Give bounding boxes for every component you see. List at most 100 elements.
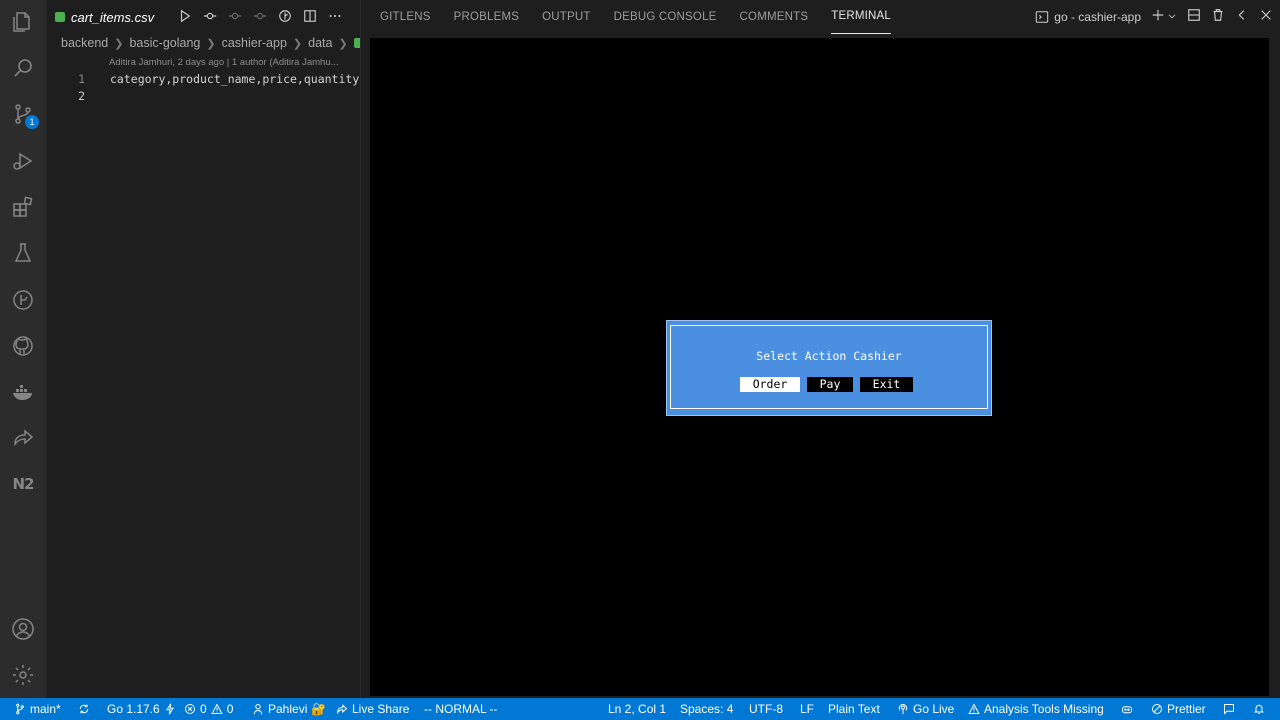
go-live-label: Go Live [913,702,955,716]
git-commit-icon[interactable] [202,8,218,24]
prettier-label: Prettier [1167,702,1206,716]
breadcrumb-separator-icon: ❯ [292,37,303,50]
panel-tabs: GITLENS PROBLEMS OUTPUT DEBUG CONSOLE CO… [380,0,891,34]
docker-icon[interactable] [8,377,38,407]
live-share-label: Live Share [352,702,410,716]
timeline-icon[interactable] [277,8,293,24]
breadcrumb-item[interactable]: cashier-app [222,36,287,50]
breadcrumb-separator-icon: ❯ [338,37,348,50]
breadcrumb: backend ❯ basic-golang ❯ cashier-app ❯ d… [61,36,364,50]
pay-button[interactable]: Pay [807,377,853,392]
go-version: Go 1.17.6 [107,702,160,716]
end-of-line[interactable]: LF [800,698,814,720]
more-actions-icon[interactable] [327,8,343,24]
live-share-icon [337,704,348,715]
analysis-tools-status[interactable]: Analysis Tools Missing [968,698,1104,720]
code-line[interactable]: 1 category,product_name,price,quantity [47,71,359,88]
editor-tab-label: cart_items.csv [71,9,155,25]
copilot-icon[interactable] [1121,698,1133,720]
github-icon[interactable] [8,331,38,361]
terminal-icon [1036,10,1049,23]
editor-actions [177,8,343,24]
action-dialog: Select Action Cashier Order Pay Exit [666,320,992,416]
gitlens-icon[interactable] [8,285,38,315]
tab-terminal[interactable]: TERMINAL [831,0,891,34]
breadcrumb-separator-icon: ❯ [206,37,216,50]
close-icon[interactable] [1259,8,1273,25]
terminal-selector[interactable]: go - cashier-app [1035,10,1141,24]
encoding[interactable]: UTF-8 [749,698,783,720]
dialog-border: Select Action Cashier Order Pay Exit [670,325,988,409]
run-debug-icon[interactable] [8,146,38,176]
breadcrumb-item[interactable]: data [308,36,332,50]
split-editor-icon[interactable] [302,8,318,24]
vim-mode: -- NORMAL -- [424,702,498,716]
git-branch-icon [16,703,24,715]
chevron-left-icon[interactable] [1235,8,1249,25]
live-share-icon[interactable] [8,423,38,453]
new-terminal-icon[interactable] [1151,8,1165,25]
tab-problems[interactable]: PROBLEMS [454,0,520,34]
terminal-name: go - cashier-app [1054,9,1141,24]
order-button[interactable]: Order [740,377,800,392]
account-icon[interactable] [8,614,38,644]
split-terminal-icon[interactable] [1187,8,1201,25]
language-mode[interactable]: Plain Text [828,698,880,720]
testing-icon[interactable] [8,238,38,268]
chevron-down-icon[interactable] [1167,10,1177,24]
go-live-status[interactable]: Go Live [897,698,954,720]
sync-status[interactable] [78,698,90,720]
search-icon[interactable] [8,53,38,83]
broadcast-icon [898,704,908,715]
previous-change-icon[interactable] [227,8,243,24]
notifications-icon[interactable] [1253,698,1265,720]
breadcrumb-item[interactable]: basic-golang [129,36,200,50]
n2-label: N2 [12,475,35,493]
lightning-icon [165,703,174,715]
terminal-view[interactable]: Select Action Cashier Order Pay Exit [370,38,1269,696]
cursor-position[interactable]: Ln 2, Col 1 [608,698,666,720]
indentation[interactable]: Spaces: 4 [680,698,733,720]
editor-tab-bar: cart_items.csv [47,0,359,34]
run-icon[interactable] [177,8,193,24]
prohibited-icon [1152,704,1162,714]
tab-comments[interactable]: COMMENTS [740,0,809,34]
dialog-title: Select Action Cashier [756,349,902,363]
status-bar: main* Go 1.17.6 0 0 Pahlevi 🔐 Live Share… [0,698,1280,720]
go-version-status[interactable]: Go 1.17.6 [107,698,176,720]
prettier-status[interactable]: Prettier [1151,698,1206,720]
editor-tab-cart-items[interactable]: cart_items.csv [55,0,154,34]
branch-status[interactable]: main* [14,698,61,720]
line-number: 2 [78,89,85,103]
warning-icon [968,703,980,714]
problems-status[interactable]: 0 0 [184,698,233,720]
live-share-status[interactable]: Live Share [336,698,409,720]
csv-file-icon [55,12,65,22]
error-count: 0 [200,702,207,716]
code-text[interactable]: category,product_name,price,quantity [110,71,359,88]
settings-icon[interactable] [8,660,38,690]
branch-name: main* [30,702,61,716]
exit-button[interactable]: Exit [860,377,913,392]
tab-gitlens[interactable]: GITLENS [380,0,431,34]
user-status[interactable]: Pahlevi 🔐 [252,698,326,720]
explorer-icon[interactable] [8,7,38,37]
next-change-icon[interactable] [252,8,268,24]
extensions-icon[interactable] [8,192,38,222]
line-number: 1 [78,72,85,86]
panel-toolbar: go - cashier-app [1035,8,1273,25]
kill-terminal-icon[interactable] [1211,8,1225,25]
bottom-panel: GITLENS PROBLEMS OUTPUT DEBUG CONSOLE CO… [360,0,1280,698]
user-name: Pahlevi [268,702,308,716]
tab-output[interactable]: OUTPUT [542,0,590,34]
code-line[interactable]: 2 [47,88,359,105]
feedback-icon[interactable] [1223,698,1235,720]
warning-icon [210,703,223,714]
tab-debug-console[interactable]: DEBUG CONSOLE [614,0,717,34]
breadcrumb-item[interactable]: backend [61,36,108,50]
lock-icon: 🔐 [311,702,327,716]
git-blame-annotation[interactable]: Aditira Jamhuri, 2 days ago | 1 author (… [109,57,359,68]
warning-count: 0 [226,702,234,716]
sync-icon [79,704,89,714]
n2-icon[interactable]: N2 [8,469,38,499]
